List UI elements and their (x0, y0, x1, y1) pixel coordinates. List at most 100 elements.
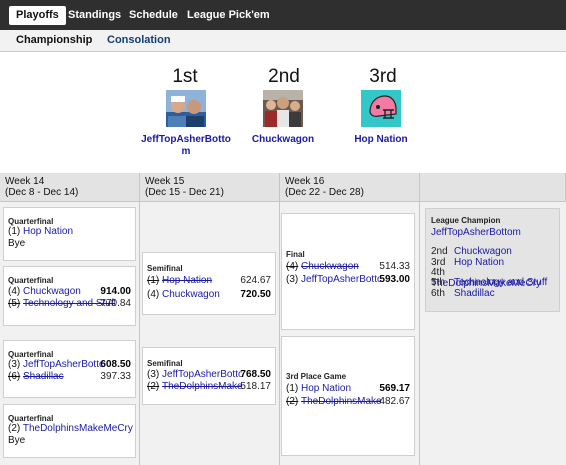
matchup-team-row: (4) Chuckwagon 514.33 (286, 261, 410, 273)
tab-consolation[interactable]: Consolation (107, 34, 171, 46)
matchup-third-place[interactable]: 3rd Place Game (1) Hop Nation 569.17 (2)… (281, 336, 415, 456)
final-place-row: 6th Shadillac (431, 288, 495, 299)
photo-crowd-icon[interactable] (263, 90, 303, 130)
matchup-label: Semifinal (147, 359, 183, 368)
matchup-label: Semifinal (147, 264, 183, 273)
champion-label: League Champion (431, 216, 501, 225)
team-link[interactable]: TheDolphinsMakeMeCry (162, 381, 242, 393)
matchup-final[interactable]: Final (4) Chuckwagon 514.33 (3) JeffTopA… (281, 213, 415, 330)
podium-third-team[interactable]: Hop Nation (331, 134, 431, 146)
week-14-title: Week 14 (5, 176, 45, 187)
podium-first-team[interactable]: JeffTopAsherBotto m (136, 134, 236, 158)
top-nav: Playoffs Standings Schedule League Pick'… (0, 0, 566, 30)
column-divider (139, 202, 140, 465)
team-link[interactable]: JeffTopAsherBottom (301, 274, 381, 286)
team-link[interactable]: Hop Nation (23, 226, 73, 237)
matchup-quarterfinal-2[interactable]: Quarterfinal (4) Chuckwagon 914.00 (5) T… (3, 266, 136, 326)
tab-standings[interactable]: Standings (68, 6, 121, 25)
team-seed: (5) (8, 298, 21, 309)
matchup-quarterfinal-1[interactable]: Quarterfinal (1) Hop Nation Bye (3, 207, 136, 261)
team-seed: (1) (8, 226, 21, 237)
matchup-bye-row: Bye (8, 238, 131, 250)
place-rank: 6th (431, 288, 445, 299)
team-score: 914.00 (100, 286, 131, 297)
week-15-title: Week 15 (145, 176, 185, 187)
team-score: 514.33 (379, 261, 410, 272)
team-score: 624.67 (240, 275, 271, 286)
team-score: 482.67 (379, 396, 410, 407)
matchup-quarterfinal-3[interactable]: Quarterfinal (3) JeffTopAsherBottom 608.… (3, 340, 136, 398)
place-team[interactable]: Shadillac (454, 288, 495, 299)
bye-label: Bye (8, 238, 26, 249)
podium-first: 1st (165, 66, 205, 88)
team-link[interactable]: Hop Nation (162, 275, 212, 286)
team-link[interactable]: JeffTopAsherBottom (162, 369, 242, 381)
matchup-label: Quarterfinal (8, 414, 54, 423)
matchup-semifinal-2[interactable]: Semifinal (3) JeffTopAsherBottom 768.50 … (142, 347, 276, 405)
podium-third: 3rd (365, 66, 401, 88)
matchup-semifinal-1[interactable]: Semifinal (1) Hop Nation 624.67 (4) Chuc… (142, 252, 276, 315)
team-seed: (2) (8, 423, 21, 434)
team-score: 768.50 (240, 369, 271, 380)
team-score: 593.00 (379, 274, 410, 285)
team-seed: (4) (8, 286, 21, 297)
pink-helmet-icon[interactable] (361, 90, 401, 130)
team-seed: (4) (147, 289, 160, 300)
podium-first-team-line2: m (181, 146, 191, 157)
team-score: 518.17 (240, 381, 271, 392)
matchup-label: Quarterfinal (8, 350, 54, 359)
final-place-row: 2nd Chuckwagon (431, 246, 512, 257)
tab-league-pickem[interactable]: League Pick'em (187, 6, 270, 25)
matchup-team-row: (4) Chuckwagon 914.00 (8, 286, 131, 298)
team-link[interactable]: Hop Nation (301, 383, 351, 394)
week-15-dates: (Dec 15 - Dec 21) (145, 187, 224, 198)
podium-second: 2nd (266, 66, 302, 88)
team-link[interactable]: Chuckwagon (301, 261, 359, 272)
week-16-title: Week 16 (285, 176, 325, 187)
team-seed: (4) (286, 261, 299, 272)
matchup-label: 3rd Place Game (286, 372, 347, 381)
champion-team[interactable]: JeffTopAsherBottom (431, 227, 521, 238)
team-link[interactable]: TheDolphinsMakeMeCry (23, 423, 133, 434)
matchup-bye-row: Bye (8, 435, 131, 447)
column-divider (279, 202, 280, 465)
team-score: 720.50 (240, 289, 271, 300)
place-rank: 2nd (431, 246, 448, 257)
team-seed: (1) (147, 275, 160, 286)
team-link[interactable]: TheDolphinsMakeMeCry (301, 396, 381, 408)
place-team[interactable]: Technology and Stuff (454, 277, 547, 288)
place-rank: 5th (431, 277, 445, 288)
week-15-header: Week 15 (Dec 15 - Dec 21) (140, 173, 280, 202)
team-seed: (2) (147, 381, 160, 392)
week-16-header: Week 16 (Dec 22 - Dec 28) (280, 173, 420, 202)
matchup-team-row: (1) Hop Nation 624.67 (147, 275, 271, 287)
matchup-team-row: (1) Hop Nation (8, 226, 131, 238)
team-link[interactable]: Chuckwagon (23, 286, 81, 297)
podium-second-team[interactable]: Chuckwagon (233, 134, 333, 146)
photo-two-people-icon[interactable] (166, 90, 206, 130)
team-link[interactable]: JeffTopAsherBottom (23, 359, 103, 371)
team-score: 397.33 (100, 371, 131, 382)
rank-first: 1st (172, 66, 198, 87)
matchup-quarterfinal-4[interactable]: Quarterfinal (2) TheDolphinsMakeMeCry By… (3, 404, 136, 458)
team-seed: (3) (8, 359, 21, 370)
column-divider (419, 202, 420, 465)
league-champion-panel: League Champion JeffTopAsherBottom 2nd Ch… (425, 208, 560, 312)
matchup-team-row: (5) Technology and Stuff 770.84 (8, 298, 131, 310)
matchup-label: Quarterfinal (8, 276, 54, 285)
team-link[interactable]: Chuckwagon (162, 289, 220, 300)
tab-schedule[interactable]: Schedule (129, 6, 178, 25)
team-score: 569.17 (379, 383, 410, 394)
matchup-team-row: (3) JeffTopAsherBottom 768.50 (147, 369, 271, 381)
place-team[interactable]: Chuckwagon (454, 246, 512, 257)
podium-first-team-line1: JeffTopAsherBotto (141, 134, 231, 145)
team-seed: (3) (147, 369, 160, 380)
matchup-label: Quarterfinal (8, 217, 54, 226)
team-link[interactable]: Shadillac (23, 371, 64, 382)
team-seed: (1) (286, 383, 299, 394)
tab-championship[interactable]: Championship (16, 34, 92, 46)
rank-third: 3rd (369, 66, 397, 87)
tab-playoffs[interactable]: Playoffs (9, 6, 66, 25)
matchup-team-row: (2) TheDolphinsMakeMeCry (8, 423, 133, 435)
matchup-team-row: (3) JeffTopAsherBottom 608.50 (8, 359, 131, 371)
